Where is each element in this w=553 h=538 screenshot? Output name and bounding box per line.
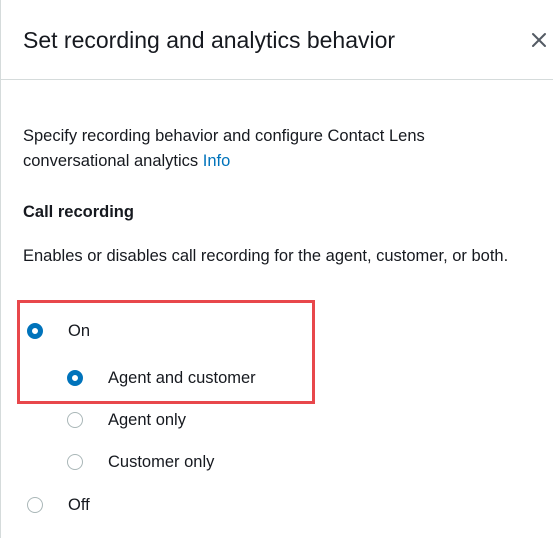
info-link[interactable]: Info: [203, 152, 231, 170]
radio-on-label: On: [68, 322, 91, 340]
side-panel: Set recording and analytics behavior Spe…: [0, 0, 553, 538]
intro-description: Specify recording behavior and configure…: [23, 124, 533, 174]
radio-agent-and-customer-label: Agent and customer: [108, 369, 256, 387]
panel-header: Set recording and analytics behavior: [1, 0, 553, 80]
call-recording-help-text: Enables or disables call recording for t…: [23, 247, 509, 265]
radio-agent-and-customer-indicator[interactable]: [67, 370, 83, 386]
panel-title: Set recording and analytics behavior: [23, 27, 396, 53]
close-icon[interactable]: [529, 30, 549, 50]
radio-agent-only-label: Agent only: [108, 411, 186, 429]
radio-customer-only-label: Customer only: [108, 453, 215, 471]
radio-off-label: Off: [68, 496, 90, 514]
radio-off-indicator[interactable]: [27, 497, 43, 513]
radio-customer-only-indicator[interactable]: [67, 454, 83, 470]
radio-on-indicator[interactable]: [27, 323, 43, 339]
radio-agent-only-indicator[interactable]: [67, 412, 83, 428]
call-recording-heading: Call recording: [23, 203, 134, 221]
